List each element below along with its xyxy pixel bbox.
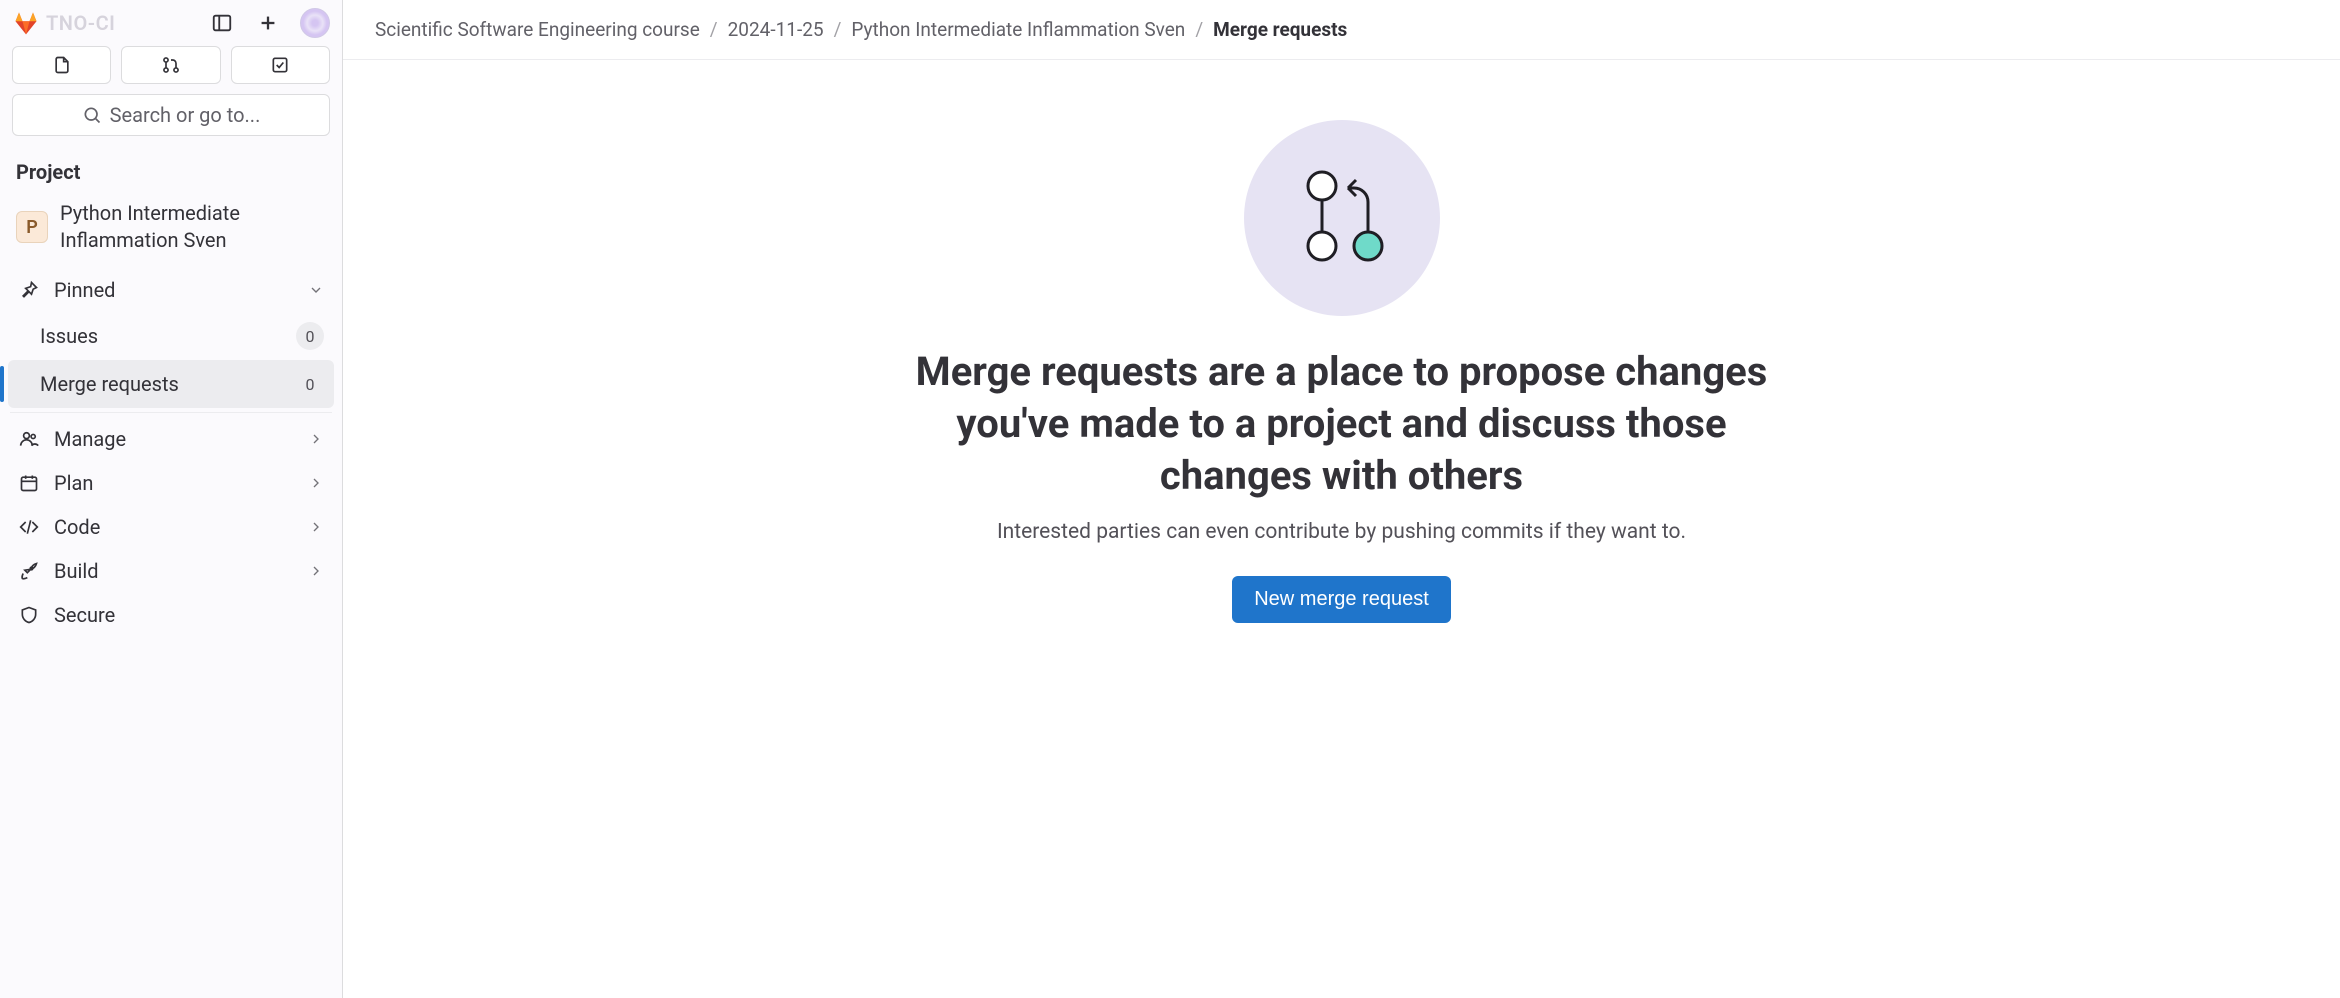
pin-icon — [18, 280, 40, 300]
sidebar-item-label: Merge requests — [40, 372, 282, 396]
empty-state: Merge requests are a place to propose ch… — [343, 60, 2340, 998]
sidebar-item-label: Manage — [54, 427, 294, 451]
calendar-icon — [18, 473, 40, 493]
sidebar-item-pinned[interactable]: Pinned — [8, 268, 334, 312]
quick-issues-button[interactable] — [12, 46, 111, 84]
chevron-right-icon — [308, 431, 324, 447]
project-avatar: P — [16, 211, 48, 243]
rocket-icon — [18, 561, 40, 581]
count-badge: 0 — [296, 370, 324, 398]
sidebar-item-label: Secure — [54, 603, 324, 627]
sidebar-item-merge-requests[interactable]: Merge requests 0 — [8, 360, 334, 408]
empty-state-title: Merge requests are a place to propose ch… — [882, 346, 1802, 502]
sidebar: TNO-CI — [0, 0, 343, 998]
new-merge-request-button[interactable]: New merge request — [1232, 576, 1451, 623]
breadcrumb-link[interactable]: 2024-11-25 — [728, 18, 824, 41]
empty-state-description: Interested parties can even contribute b… — [997, 520, 1686, 544]
breadcrumb-link[interactable]: Scientific Software Engineering course — [375, 18, 700, 41]
search-wrap: Search or go to... — [0, 94, 342, 148]
quick-actions — [0, 46, 342, 94]
logo-area[interactable]: TNO-CI — [12, 9, 115, 37]
count-badge: 0 — [296, 322, 324, 350]
search-placeholder: Search or go to... — [110, 103, 261, 127]
nav-list: Pinned Issues 0 Merge requests 0 — [0, 268, 342, 408]
user-avatar[interactable] — [300, 8, 330, 38]
chevron-right-icon — [308, 563, 324, 579]
breadcrumb-separator: / — [710, 18, 718, 41]
sidebar-item-plan[interactable]: Plan — [8, 461, 334, 505]
search-icon — [82, 105, 102, 125]
chevron-right-icon — [308, 475, 324, 491]
code-icon — [18, 517, 40, 537]
breadcrumb: Scientific Software Engineering course /… — [343, 0, 2340, 60]
gitlab-logo-icon — [12, 9, 40, 37]
sidebar-toggle-icon[interactable] — [208, 9, 236, 37]
breadcrumb-separator: / — [1195, 18, 1203, 41]
sidebar-item-manage[interactable]: Manage — [8, 417, 334, 461]
breadcrumb-current: Merge requests — [1213, 18, 1347, 41]
todo-icon — [270, 55, 290, 75]
sidebar-item-label: Build — [54, 559, 294, 583]
chevron-right-icon — [308, 519, 324, 535]
create-new-icon[interactable] — [254, 9, 282, 37]
shield-icon — [18, 605, 40, 625]
breadcrumb-link[interactable]: Python Intermediate Inflammation Sven — [851, 18, 1185, 41]
sidebar-item-secure[interactable]: Secure — [8, 593, 334, 637]
sidebar-top: TNO-CI — [0, 0, 342, 46]
top-actions — [208, 8, 330, 38]
sidebar-item-label: Code — [54, 515, 294, 539]
sidebar-item-label: Plan — [54, 471, 294, 495]
nav-list-main: Manage Plan Code — [0, 417, 342, 637]
main-content: Scientific Software Engineering course /… — [343, 0, 2340, 998]
merge-graph-icon — [1282, 158, 1402, 278]
project-name: Python Intermediate Inflammation Sven — [60, 200, 326, 254]
project-row[interactable]: P Python Intermediate Inflammation Sven — [0, 192, 342, 268]
sidebar-item-build[interactable]: Build — [8, 549, 334, 593]
sidebar-item-label: Pinned — [54, 278, 294, 302]
divider — [10, 412, 332, 413]
breadcrumb-separator: / — [834, 18, 842, 41]
chevron-down-icon — [308, 282, 324, 298]
merge-request-icon — [161, 55, 181, 75]
sidebar-item-label: Issues — [40, 324, 282, 348]
sidebar-item-issues[interactable]: Issues 0 — [8, 312, 334, 360]
users-icon — [18, 429, 40, 449]
sidebar-item-code[interactable]: Code — [8, 505, 334, 549]
merge-request-illustration — [1244, 120, 1440, 316]
file-icon — [52, 55, 72, 75]
search-input[interactable]: Search or go to... — [12, 94, 330, 136]
quick-todos-button[interactable] — [231, 46, 330, 84]
quick-merge-requests-button[interactable] — [121, 46, 220, 84]
sidebar-section-label: Project — [0, 148, 342, 192]
logo-text: TNO-CI — [46, 11, 115, 35]
